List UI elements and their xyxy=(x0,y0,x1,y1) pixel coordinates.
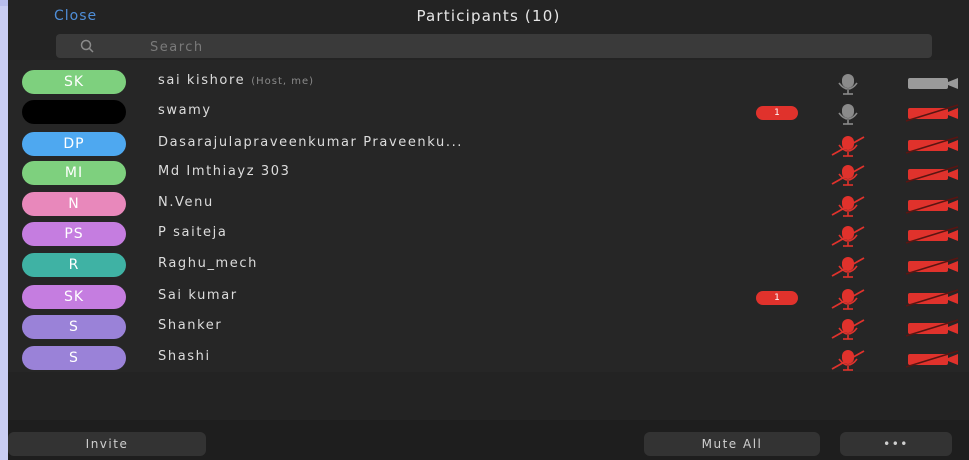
participant-name-cell: P saiteja xyxy=(158,225,227,240)
unread-badge: 1 xyxy=(756,291,798,305)
video-off-icon[interactable] xyxy=(904,256,960,276)
more-button[interactable]: ••• xyxy=(840,432,952,456)
participant-name-cell: sai kishore (Host, me) xyxy=(158,73,314,88)
participant-name: N.Venu xyxy=(158,195,214,210)
footer-toolbar: Invite Mute All ••• xyxy=(8,420,969,460)
mic-icon[interactable] xyxy=(830,71,866,95)
mic-muted-icon[interactable] xyxy=(830,162,866,186)
video-off-icon[interactable] xyxy=(904,349,960,369)
participant-row[interactable]: S Shashi xyxy=(8,343,969,374)
participant-name-cell: Shanker xyxy=(158,318,222,333)
participant-row[interactable]: N N.Venu xyxy=(8,189,969,220)
mic-muted-icon[interactable] xyxy=(830,316,866,340)
avatar: N xyxy=(22,192,126,216)
participant-name: Md Imthiayz 303 xyxy=(158,164,291,179)
avatar: SK xyxy=(22,285,126,309)
video-off-icon[interactable] xyxy=(904,164,960,184)
page-title: Participants (10) xyxy=(416,7,561,25)
participants-panel: Close Participants (10) SK sai kishore (Ho… xyxy=(8,0,969,460)
search-input[interactable] xyxy=(148,36,852,58)
participant-name-cell: Shashi xyxy=(158,349,211,364)
mic-muted-icon[interactable] xyxy=(830,133,866,157)
participant-row[interactable]: SK Sai kumar 1 xyxy=(8,282,969,313)
avatar: S xyxy=(22,346,126,370)
participant-row[interactable]: SK sai kishore (Host, me) xyxy=(8,67,969,98)
mute-all-button[interactable]: Mute All xyxy=(644,432,820,456)
participant-name-cell: N.Venu xyxy=(158,195,214,210)
mic-muted-icon[interactable] xyxy=(830,286,866,310)
participant-name-cell: Sai kumar xyxy=(158,288,238,303)
participant-name: Sai kumar xyxy=(158,288,238,303)
participant-name: Shanker xyxy=(158,318,223,333)
participant-role: (Host, me) xyxy=(251,76,315,87)
video-off-icon[interactable] xyxy=(904,225,960,245)
search-icon xyxy=(80,39,94,53)
participant-name: Dasarajulapraveenkumar Praveenku... xyxy=(158,135,464,150)
avatar: DP xyxy=(22,132,126,156)
video-off-icon[interactable] xyxy=(904,103,960,123)
participant-row[interactable]: PS P saiteja xyxy=(8,219,969,250)
video-off-icon[interactable] xyxy=(904,288,960,308)
participant-name-cell: Dasarajulapraveenkumar Praveenku... xyxy=(158,135,463,150)
avatar: PS xyxy=(22,222,126,246)
participant-row[interactable]: swamy 1 xyxy=(8,97,969,128)
participant-row[interactable]: R Raghu_mech xyxy=(8,250,969,281)
participant-name: sai kishore xyxy=(158,73,246,88)
participant-name-cell: Md Imthiayz 303 xyxy=(158,164,290,179)
header: Close Participants (10) xyxy=(8,0,969,34)
unread-badge: 1 xyxy=(756,106,798,120)
avatar: S xyxy=(22,315,126,339)
participant-row[interactable]: DP Dasarajulapraveenkumar Praveenku... xyxy=(8,129,969,160)
mic-muted-icon[interactable] xyxy=(830,254,866,278)
search-bar[interactable] xyxy=(56,34,932,58)
invite-button[interactable]: Invite xyxy=(8,432,206,456)
participant-name: Raghu_mech xyxy=(158,256,258,271)
mic-icon[interactable] xyxy=(830,101,866,125)
video-icon[interactable] xyxy=(904,73,960,93)
video-off-icon[interactable] xyxy=(904,135,960,155)
mic-muted-icon[interactable] xyxy=(830,223,866,247)
participant-name: P saiteja xyxy=(158,225,228,240)
avatar: MI xyxy=(22,161,126,185)
avatar: R xyxy=(22,253,126,277)
participant-row[interactable]: S Shanker xyxy=(8,312,969,343)
mic-muted-icon[interactable] xyxy=(830,193,866,217)
participant-name: Shashi xyxy=(158,349,211,364)
participant-row[interactable]: MI Md Imthiayz 303 xyxy=(8,158,969,189)
participant-name-cell: swamy xyxy=(158,103,212,118)
participant-name-cell: Raghu_mech xyxy=(158,256,258,271)
mic-muted-icon[interactable] xyxy=(830,347,866,371)
video-off-icon[interactable] xyxy=(904,195,960,215)
participant-list: SK sai kishore (Host, me) swamy 1 DP Dasarajul… xyxy=(8,60,969,372)
video-off-icon[interactable] xyxy=(904,318,960,338)
participant-name: swamy xyxy=(158,103,212,118)
avatar xyxy=(22,100,126,124)
avatar: SK xyxy=(22,70,126,94)
